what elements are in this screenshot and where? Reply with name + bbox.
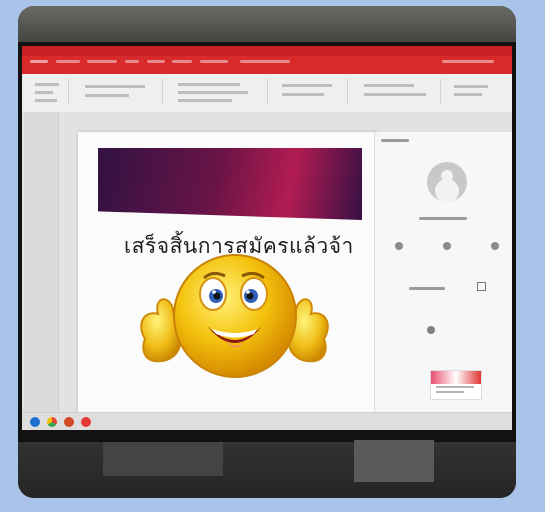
account-area[interactable]: [442, 60, 494, 63]
windows-logo-icon[interactable]: [30, 417, 40, 427]
tab-file[interactable]: [30, 60, 48, 63]
tab-animations[interactable]: [172, 60, 192, 63]
monitor-bezel: เสร็จสิ้นการสมัครแล้วจ้า: [18, 42, 516, 442]
ribbon-group-editing: [450, 79, 500, 105]
ribbon-group-drawing: [358, 79, 441, 105]
monitor-base-left: [103, 442, 223, 476]
media-thumbnail[interactable]: [430, 370, 482, 400]
tab-insert[interactable]: [87, 60, 117, 63]
ribbon: [22, 74, 512, 113]
current-slide[interactable]: เสร็จสิ้นการสมัครแล้วจ้า: [78, 132, 378, 412]
monitor-base-right: [354, 440, 434, 482]
shortcut-icon-3[interactable]: [491, 242, 499, 250]
shortcut-icon-1[interactable]: [395, 242, 403, 250]
powerpoint-icon[interactable]: [64, 417, 74, 427]
app-icon[interactable]: [81, 417, 91, 427]
ribbon-group-slides: [80, 79, 163, 105]
ribbon-group-clipboard: [30, 79, 69, 105]
shortcut-icon-2[interactable]: [443, 242, 451, 250]
chrome-icon[interactable]: [47, 417, 57, 427]
profile-avatar[interactable]: [427, 162, 467, 202]
ribbon-tabs: [22, 56, 512, 74]
window-title-bar: [22, 46, 512, 56]
slide-thumbnails-panel[interactable]: [24, 112, 59, 412]
tab-transitions[interactable]: [147, 60, 165, 63]
copy-icon[interactable]: [477, 282, 486, 291]
tab-home[interactable]: [56, 60, 80, 63]
browser-side-panel: [374, 132, 512, 430]
windows-taskbar: [22, 412, 512, 430]
settings-icon[interactable]: [427, 326, 435, 334]
tab-slide-show[interactable]: [200, 60, 228, 63]
thumbs-up-smiley-image: [130, 250, 340, 400]
photo-frame: เสร็จสิ้นการสมัครแล้วจ้า: [18, 6, 516, 498]
ribbon-group-font: [172, 79, 268, 105]
smiley-illustration-svg: [140, 254, 329, 378]
desk-and-stand: [18, 442, 516, 498]
monitor-screen: เสร็จสิ้นการสมัครแล้วจ้า: [22, 46, 512, 430]
ribbon-group-paragraph: [277, 79, 348, 105]
tab-help[interactable]: [240, 60, 290, 63]
slide-banner: [98, 148, 362, 220]
tab-design[interactable]: [125, 60, 139, 63]
